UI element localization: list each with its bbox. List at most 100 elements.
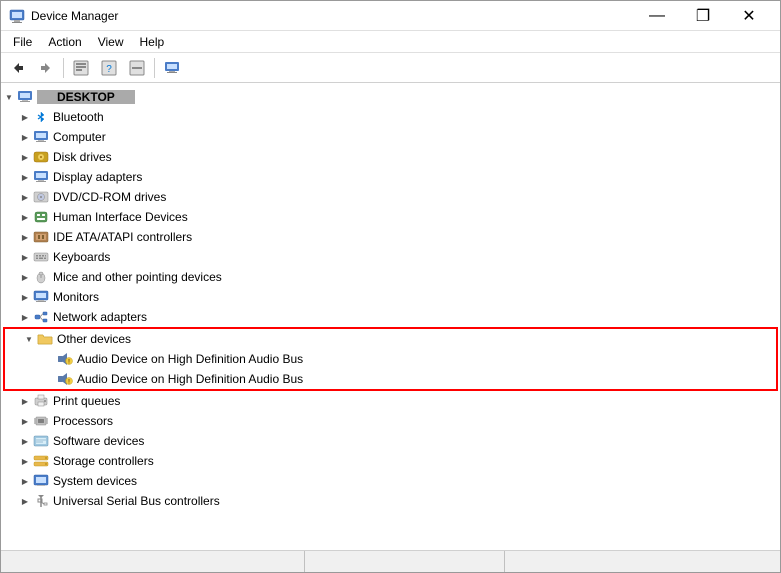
tree-item-disk[interactable]: ▶ Disk drives	[1, 147, 780, 167]
ide-icon	[33, 229, 49, 245]
tree-item-network[interactable]: ▶ Network adapters	[1, 307, 780, 327]
tree-item-display[interactable]: ▶ Display adapters	[1, 167, 780, 187]
close-button[interactable]: ✕	[726, 1, 772, 31]
keyboards-icon	[33, 249, 49, 265]
network-toggle[interactable]: ▶	[17, 309, 33, 325]
update-icon: ?	[101, 60, 117, 76]
menu-view[interactable]: View	[90, 33, 132, 51]
status-segment-1	[5, 551, 305, 572]
monitors-label: Monitors	[53, 290, 99, 304]
storage-label: Storage controllers	[53, 454, 154, 468]
tree-item-print[interactable]: ▶ Print queues	[1, 391, 780, 411]
forward-button[interactable]	[33, 56, 59, 80]
tree-item-dvd[interactable]: ▶ DVD/CD-ROM drives	[1, 187, 780, 207]
tree-item-audio2[interactable]: ▶ ! Audio Device on High Definition Audi…	[5, 369, 776, 389]
other-toggle[interactable]: ▼	[21, 331, 37, 347]
computer-toggle[interactable]: ▶	[17, 129, 33, 145]
disk-toggle[interactable]: ▶	[17, 149, 33, 165]
keyboards-toggle[interactable]: ▶	[17, 249, 33, 265]
forward-icon	[39, 61, 53, 75]
app-icon	[9, 8, 25, 24]
bluetooth-toggle[interactable]: ▶	[17, 109, 33, 125]
audio1-icon: ! !	[57, 351, 73, 367]
network-icon	[33, 309, 49, 325]
update-button[interactable]: ?	[96, 56, 122, 80]
tree-item-audio1[interactable]: ▶ ! ! Audio Device on High Definition Au…	[5, 349, 776, 369]
svg-text:!: !	[68, 380, 70, 386]
dvd-toggle[interactable]: ▶	[17, 189, 33, 205]
computer-button[interactable]	[159, 56, 185, 80]
processors-label: Processors	[53, 414, 113, 428]
window-title: Device Manager	[31, 9, 118, 23]
tree-item-other[interactable]: ▼ Other devices	[5, 329, 776, 349]
tree-item-storage[interactable]: ▶ Storage controllers	[1, 451, 780, 471]
display-toggle[interactable]: ▶	[17, 169, 33, 185]
keyboards-label: Keyboards	[53, 250, 110, 264]
menu-help[interactable]: Help	[132, 33, 173, 51]
root-icon	[17, 89, 33, 105]
hid-label: Human Interface Devices	[53, 210, 188, 224]
disk-label: Disk drives	[53, 150, 112, 164]
software-toggle[interactable]: ▶	[17, 433, 33, 449]
print-icon	[33, 393, 49, 409]
tree-item-bluetooth[interactable]: ▶ Bluetooth	[1, 107, 780, 127]
audio2-icon: !	[57, 371, 73, 387]
status-segment-3	[505, 551, 776, 572]
root-toggle[interactable]: ▼	[1, 89, 17, 105]
network-label: Network adapters	[53, 310, 147, 324]
hid-toggle[interactable]: ▶	[17, 209, 33, 225]
ide-label: IDE ATA/ATAPI controllers	[53, 230, 192, 244]
tree-item-mice[interactable]: ▶ Mice and other pointing devices	[1, 267, 780, 287]
status-bar	[1, 550, 780, 572]
status-segment-2	[305, 551, 505, 572]
tree-item-processors[interactable]: ▶ Processors	[1, 411, 780, 431]
usb-toggle[interactable]: ▶	[17, 493, 33, 509]
disable-button[interactable]	[124, 56, 150, 80]
tree-item-computer[interactable]: ▶ Computer	[1, 127, 780, 147]
print-toggle[interactable]: ▶	[17, 393, 33, 409]
tree-item-hid[interactable]: ▶ Human Interface Devices	[1, 207, 780, 227]
ide-toggle[interactable]: ▶	[17, 229, 33, 245]
software-label: Software devices	[53, 434, 144, 448]
other-devices-group: ▼ Other devices ▶	[3, 327, 778, 391]
svg-text:?: ?	[106, 64, 112, 75]
display-label: Display adapters	[53, 170, 142, 184]
tree-item-ide[interactable]: ▶ IDE ATA/ATAPI controllers	[1, 227, 780, 247]
computer-icon	[164, 60, 180, 76]
title-bar-controls: — ❐ ✕	[634, 1, 772, 31]
tree-item-usb[interactable]: ▶ Universal Serial Bus controllers	[1, 491, 780, 511]
system-toggle[interactable]: ▶	[17, 473, 33, 489]
back-icon	[11, 61, 25, 75]
hid-icon	[33, 209, 49, 225]
tree-item-software[interactable]: ▶ Software devices	[1, 431, 780, 451]
back-button[interactable]	[5, 56, 31, 80]
processors-toggle[interactable]: ▶	[17, 413, 33, 429]
other-label: Other devices	[57, 332, 131, 346]
storage-icon	[33, 453, 49, 469]
title-bar-left: Device Manager	[9, 8, 118, 24]
tree-item-system[interactable]: ▶ System devices	[1, 471, 780, 491]
maximize-button[interactable]: ❐	[680, 1, 726, 31]
storage-toggle[interactable]: ▶	[17, 453, 33, 469]
menu-action[interactable]: Action	[40, 33, 89, 51]
toolbar-sep-2	[154, 58, 155, 78]
device-tree[interactable]: ▼ DESKTOP ▶	[1, 83, 780, 550]
title-bar: Device Manager — ❐ ✕	[1, 1, 780, 31]
system-label: System devices	[53, 474, 137, 488]
properties-button[interactable]	[68, 56, 94, 80]
bluetooth-label: Bluetooth	[53, 110, 104, 124]
disk-icon	[33, 149, 49, 165]
mice-toggle[interactable]: ▶	[17, 269, 33, 285]
toolbar-sep-1	[63, 58, 64, 78]
device-manager-window: Device Manager — ❐ ✕ File Action View He…	[0, 0, 781, 573]
monitors-toggle[interactable]: ▶	[17, 289, 33, 305]
minimize-button[interactable]: —	[634, 1, 680, 31]
menu-file[interactable]: File	[5, 33, 40, 51]
tree-root[interactable]: ▼ DESKTOP	[1, 87, 780, 107]
print-label: Print queues	[53, 394, 120, 408]
software-icon	[33, 433, 49, 449]
properties-icon	[73, 60, 89, 76]
tree-item-keyboards[interactable]: ▶ Keyboards	[1, 247, 780, 267]
other-icon	[37, 331, 53, 347]
tree-item-monitors[interactable]: ▶ Monitors	[1, 287, 780, 307]
